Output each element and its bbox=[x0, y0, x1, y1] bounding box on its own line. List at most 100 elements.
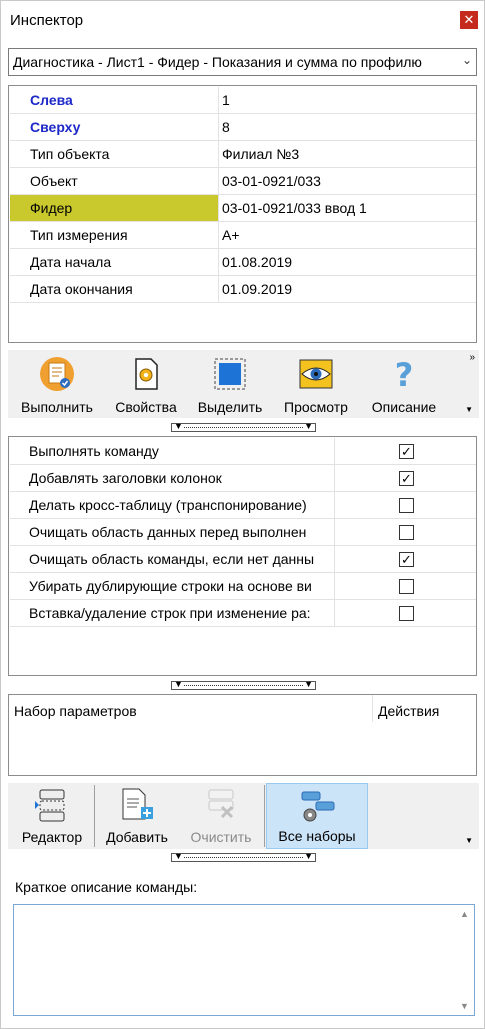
editor-button[interactable]: Редактор bbox=[12, 783, 92, 849]
settings-checkbox[interactable] bbox=[399, 525, 414, 540]
property-value: 03-01-0921/033 ввод 1 bbox=[222, 200, 367, 216]
chevron-down-icon: ▼ bbox=[304, 851, 313, 861]
property-row[interactable]: Слева 1 bbox=[10, 87, 476, 114]
property-key: Дата окончания bbox=[10, 276, 219, 302]
splitter[interactable]: ▼ ▼ bbox=[171, 851, 316, 862]
clear-icon bbox=[208, 789, 234, 819]
scroll-up-icon[interactable]: ▲ bbox=[460, 909, 469, 919]
clear-label: Очистить bbox=[190, 829, 252, 845]
execute-label: Выполнить bbox=[21, 399, 93, 415]
settings-checkbox[interactable] bbox=[399, 579, 414, 594]
all-sets-icon bbox=[301, 791, 335, 822]
splitter[interactable]: ▼ ▼ bbox=[171, 421, 316, 432]
settings-row: Вставка/удаление строк при изменение ра: bbox=[10, 600, 476, 627]
inspector-window: Инспектор ✕ Диагностика - Лист1 - Фидер … bbox=[0, 0, 485, 1029]
settings-label: Очищать область данных перед выполнен bbox=[10, 519, 335, 545]
add-label: Добавить bbox=[106, 829, 168, 845]
select-icon bbox=[214, 358, 246, 390]
scroll-down-icon[interactable]: ▼ bbox=[460, 1001, 469, 1011]
settings-grid: Выполнять команду ✓ Добавлять заголовки … bbox=[8, 436, 477, 676]
chevron-down-icon: ⌄ bbox=[461, 53, 472, 67]
property-row[interactable]: Фидер 03-01-0921/033 ввод 1 bbox=[10, 195, 476, 222]
property-key: Дата начала bbox=[10, 249, 219, 275]
property-value: 03-01-0921/033 bbox=[222, 173, 321, 189]
description-button[interactable]: ? Описание bbox=[364, 350, 444, 418]
property-value: A+ bbox=[222, 227, 240, 243]
settings-label: Делать кросс-таблицу (транспонирование) bbox=[10, 492, 335, 518]
property-key: Сверху bbox=[10, 114, 219, 140]
settings-checkbox[interactable]: ✓ bbox=[399, 444, 414, 459]
eye-icon bbox=[299, 359, 333, 389]
preview-button[interactable]: Просмотр bbox=[274, 350, 358, 418]
editor-icon bbox=[35, 789, 65, 822]
add-button[interactable]: Добавить bbox=[98, 783, 176, 849]
property-value: Филиал №3 bbox=[222, 146, 300, 162]
settings-row: Делать кросс-таблицу (транспонирование) bbox=[10, 492, 476, 519]
settings-label: Вставка/удаление строк при изменение ра: bbox=[10, 600, 335, 626]
property-row[interactable]: Дата начала 01.08.2019 bbox=[10, 249, 476, 276]
toolbar-dropdown-icon[interactable]: ▼ bbox=[465, 405, 473, 414]
property-value: 01.08.2019 bbox=[222, 254, 293, 270]
property-key: Объект bbox=[10, 168, 219, 194]
settings-row: Убирать дублирующие строки на основе ви bbox=[10, 573, 476, 600]
settings-row: Очищать область данных перед выполнен bbox=[10, 519, 476, 546]
close-button[interactable]: ✕ bbox=[460, 11, 478, 29]
chevron-down-icon: ▼ bbox=[174, 679, 183, 689]
title-bar: Инспектор ✕ bbox=[1, 1, 484, 39]
add-icon bbox=[122, 788, 153, 820]
property-value: 8 bbox=[222, 119, 230, 135]
editor-label: Редактор bbox=[21, 829, 83, 845]
settings-label: Выполнять команду bbox=[10, 438, 335, 464]
execute-button[interactable]: Выполнить bbox=[14, 350, 100, 418]
properties-label: Свойства bbox=[115, 399, 177, 415]
parameter-sets-table: Набор параметров Действия bbox=[8, 694, 477, 776]
splitter[interactable]: ▼ ▼ bbox=[171, 679, 316, 690]
close-icon: ✕ bbox=[463, 12, 475, 27]
property-key: Фидер bbox=[10, 195, 219, 221]
settings-row: Добавлять заголовки колонок ✓ bbox=[10, 465, 476, 492]
settings-label: Убирать дублирующие строки на основе ви bbox=[10, 573, 335, 599]
all-sets-label: Все наборы bbox=[278, 828, 356, 844]
overflow-icon[interactable]: » bbox=[469, 352, 475, 363]
clear-button[interactable]: Очистить bbox=[180, 783, 262, 849]
properties-button[interactable]: Свойства bbox=[108, 350, 184, 418]
settings-checkbox[interactable] bbox=[399, 498, 414, 513]
column-header-parameter-set[interactable]: Набор параметров bbox=[14, 703, 137, 719]
toolbar-dropdown-icon[interactable]: ▼ bbox=[465, 836, 473, 845]
command-select-value: Диагностика - Лист1 - Фидер - Показания … bbox=[13, 54, 422, 70]
settings-label: Очищать область команды, если нет данны bbox=[10, 546, 335, 572]
description-scrollbar[interactable]: ▲ ▼ bbox=[456, 905, 474, 1015]
select-button[interactable]: Выделить bbox=[192, 350, 268, 418]
parameter-toolbar: Редактор Добавить Очистить Все наборы ▼ bbox=[8, 783, 479, 849]
description-textarea[interactable]: ▲ ▼ bbox=[13, 904, 475, 1016]
property-row[interactable]: Тип измерения A+ bbox=[10, 222, 476, 249]
properties-grid: Слева 1 Сверху 8 Тип объекта Филиал №3 О… bbox=[8, 85, 477, 343]
property-key: Слева bbox=[10, 87, 219, 113]
property-key: Тип объекта bbox=[10, 141, 219, 167]
property-row[interactable]: Тип объекта Филиал №3 bbox=[10, 141, 476, 168]
chevron-down-icon: ▼ bbox=[174, 851, 183, 861]
settings-checkbox[interactable]: ✓ bbox=[399, 471, 414, 486]
settings-checkbox[interactable]: ✓ bbox=[399, 552, 414, 567]
chevron-down-icon: ▼ bbox=[174, 421, 183, 431]
property-value: 01.09.2019 bbox=[222, 281, 293, 297]
settings-row: Выполнять команду ✓ bbox=[10, 438, 476, 465]
column-header-actions[interactable]: Действия bbox=[378, 703, 439, 719]
description-label: Краткое описание команды: bbox=[15, 879, 198, 895]
property-row[interactable]: Объект 03-01-0921/033 bbox=[10, 168, 476, 195]
properties-icon bbox=[135, 358, 158, 390]
svg-text:?: ? bbox=[395, 356, 414, 392]
property-row[interactable]: Сверху 8 bbox=[10, 114, 476, 141]
command-select[interactable]: Диагностика - Лист1 - Фидер - Показания … bbox=[8, 48, 477, 76]
window-title: Инспектор bbox=[10, 12, 84, 29]
description-label: Описание bbox=[371, 399, 437, 415]
settings-row: Очищать область команды, если нет данны … bbox=[10, 546, 476, 573]
property-value: 1 bbox=[222, 92, 230, 108]
chevron-down-icon: ▼ bbox=[304, 679, 313, 689]
chevron-down-icon: ▼ bbox=[304, 421, 313, 431]
all-sets-button[interactable]: Все наборы bbox=[266, 783, 368, 849]
settings-checkbox[interactable] bbox=[399, 606, 414, 621]
settings-label: Добавлять заголовки колонок bbox=[10, 465, 335, 491]
property-row[interactable]: Дата окончания 01.09.2019 bbox=[10, 276, 476, 303]
help-icon: ? bbox=[395, 356, 414, 392]
